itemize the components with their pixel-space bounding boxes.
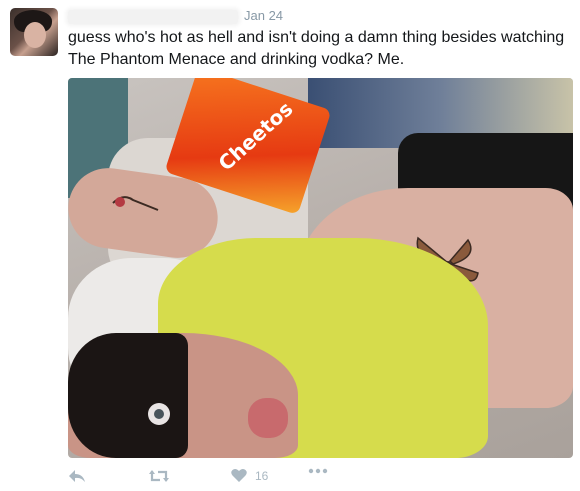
more-button[interactable]	[308, 468, 328, 474]
photo-hair	[68, 333, 188, 458]
avatar[interactable]	[10, 8, 58, 56]
tweet-photo[interactable]: Cheetos	[68, 78, 573, 458]
retweet-button[interactable]	[148, 468, 170, 484]
avatar-face	[24, 22, 46, 48]
redacted-user-name	[68, 10, 238, 24]
reply-button[interactable]	[68, 468, 86, 484]
tweet-text: guess who's hot as hell and isn't doing …	[68, 29, 565, 68]
more-icon	[308, 468, 328, 474]
tweet: Jan 24 guess who's hot as hell and isn't…	[0, 0, 580, 491]
like-count: 16	[255, 468, 269, 483]
heart-icon	[231, 468, 247, 482]
tweet-date[interactable]: Jan 24	[244, 8, 283, 23]
chips-bag-label: Cheetos	[213, 96, 298, 176]
reply-icon	[69, 470, 85, 482]
arm-tattoo	[112, 196, 159, 211]
retweet-icon	[149, 470, 169, 482]
like-button[interactable]: 16	[231, 468, 268, 483]
photo-lips	[248, 398, 288, 438]
photo-eye	[148, 403, 170, 425]
